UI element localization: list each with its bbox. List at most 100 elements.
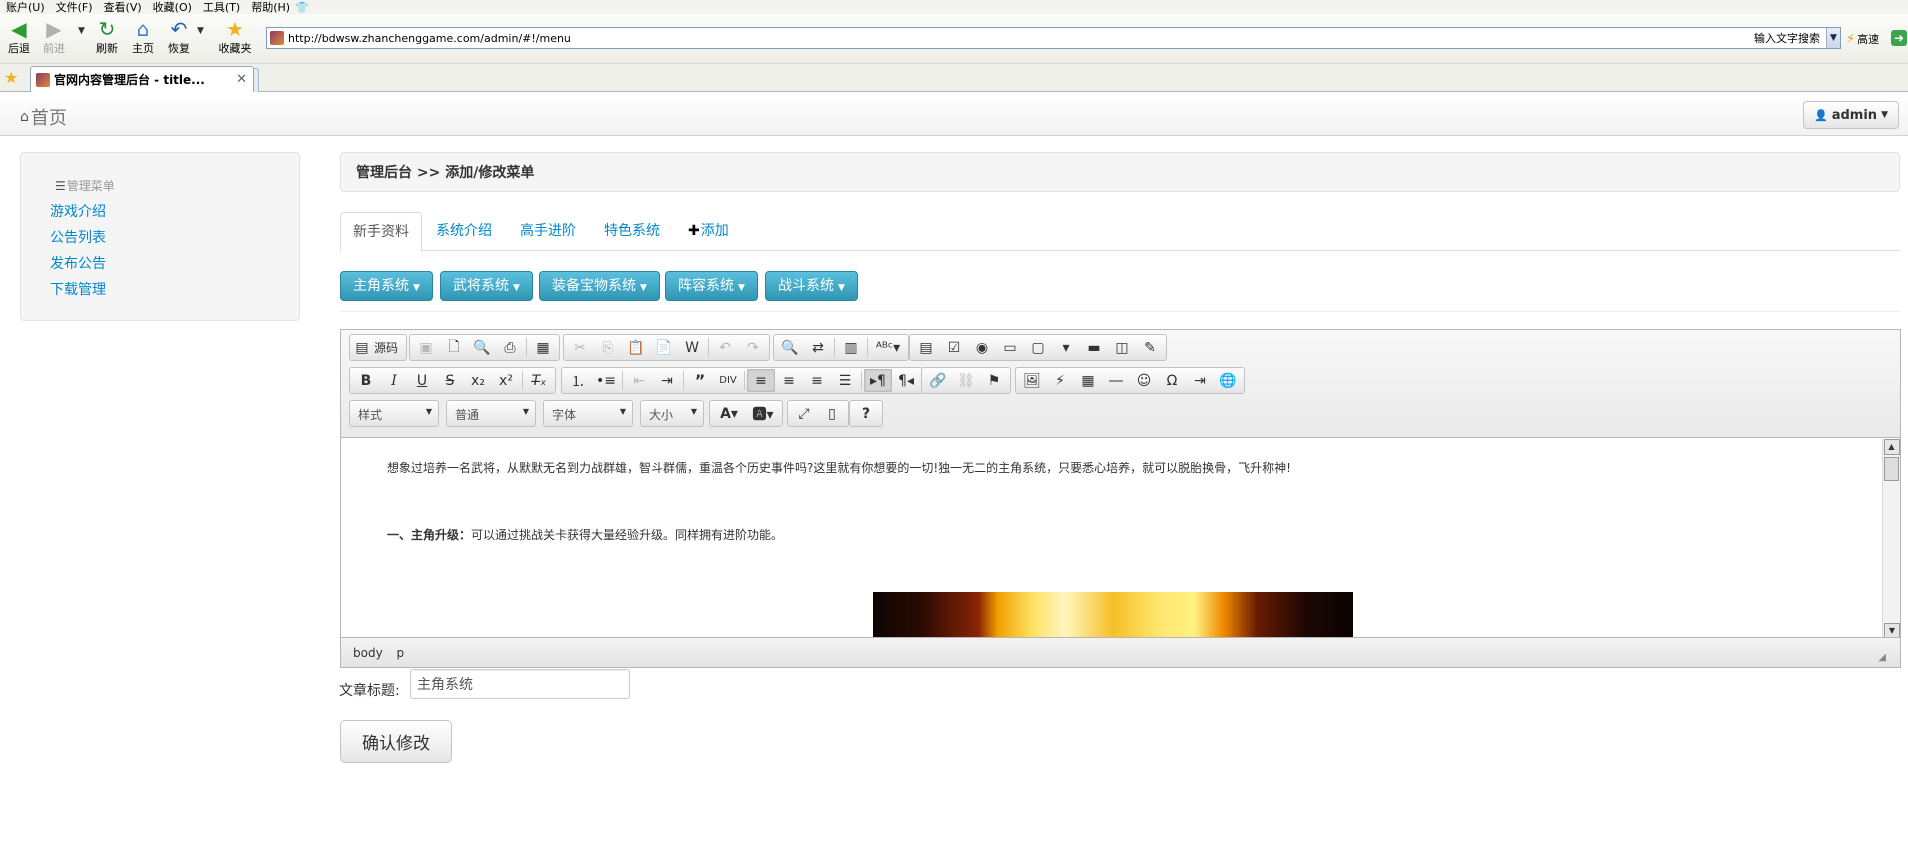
category-equipment-button[interactable]: 装备宝物系统 ▼ xyxy=(539,271,660,301)
tab-system-intro[interactable]: 系统介绍 xyxy=(424,212,504,251)
align-justify-icon[interactable]: ☰ xyxy=(831,369,859,392)
anchor-flag-icon[interactable]: ⚑ xyxy=(980,369,1008,392)
sidebar-item-game-intro[interactable]: 游戏介绍 xyxy=(50,201,106,221)
sidebar-item-announcement-list[interactable]: 公告列表 xyxy=(50,227,106,247)
templates-icon[interactable]: ▦ xyxy=(529,336,557,359)
category-formation-button[interactable]: 阵容系统 ▼ xyxy=(665,271,758,301)
underline-icon[interactable]: U xyxy=(408,369,436,392)
help-icon[interactable]: ? xyxy=(852,402,880,425)
select-icon[interactable]: ▾ xyxy=(1052,336,1080,359)
align-right-icon[interactable]: ≡ xyxy=(803,369,831,392)
horizontal-rule-icon[interactable]: ― xyxy=(1102,369,1130,392)
bulleted-list-icon[interactable]: •≡ xyxy=(592,369,620,392)
tab-add[interactable]: ✚添加 xyxy=(676,212,741,251)
link-icon[interactable]: 🔗 xyxy=(924,369,952,392)
cut-icon[interactable]: ✂ xyxy=(566,336,594,359)
category-battle-button[interactable]: 战斗系统 ▼ xyxy=(765,271,858,301)
save-icon[interactable]: ▣ xyxy=(412,336,440,359)
search-engine-label[interactable]: 输入文字搜索 xyxy=(1754,30,1820,46)
radio-icon[interactable]: ◉ xyxy=(968,336,996,359)
outdent-icon[interactable]: ⇤ xyxy=(625,369,653,392)
textarea-icon[interactable]: ▢ xyxy=(1024,336,1052,359)
align-left-icon[interactable]: ≡ xyxy=(747,369,775,392)
text-color-icon[interactable]: A▾ xyxy=(712,402,746,425)
blockquote-icon[interactable]: ” xyxy=(686,369,714,392)
paste-word-icon[interactable]: W xyxy=(678,336,706,359)
address-bar[interactable]: http://bdwsw.zhanchenggame.com/admin/#!/… xyxy=(266,27,1841,49)
ltr-icon[interactable]: ▸¶ xyxy=(864,369,892,392)
size-combo[interactable]: 大小 ▼ xyxy=(640,400,704,427)
unlink-icon[interactable]: ⛓ xyxy=(952,369,980,392)
flash-icon[interactable]: ⚡ xyxy=(1046,369,1074,392)
strike-icon[interactable]: S xyxy=(436,369,464,392)
user-menu-button[interactable]: 👤 admin ▼ xyxy=(1803,101,1899,129)
source-icon[interactable]: ▤ xyxy=(352,336,372,359)
bg-color-icon[interactable]: 🅰▾ xyxy=(746,402,780,425)
preview-icon[interactable]: 🔍 xyxy=(468,336,496,359)
print-icon[interactable]: ⎙ xyxy=(496,336,524,359)
image-icon[interactable]: 🖼 xyxy=(1018,369,1046,392)
font-combo[interactable]: 字体 ▼ xyxy=(543,400,633,427)
tab-special-systems[interactable]: 特色系统 xyxy=(592,212,672,251)
back-button[interactable]: ◀ 后退 xyxy=(2,17,36,55)
menu-tools[interactable]: 工具(T) xyxy=(197,1,245,14)
resize-grip-icon[interactable]: ◢ xyxy=(1878,652,1886,663)
bold-icon[interactable]: B xyxy=(352,369,380,392)
sidebar-item-download-manage[interactable]: 下载管理 xyxy=(50,279,106,299)
form-icon[interactable]: ▤ xyxy=(912,336,940,359)
title-input[interactable] xyxy=(410,669,630,699)
spellcheck-icon[interactable]: ᴬᴮᶜ▾ xyxy=(870,336,906,359)
numbered-list-icon[interactable]: ⒈ xyxy=(564,369,592,392)
menu-favorites[interactable]: 收藏(O) xyxy=(147,1,197,14)
hidden-field-icon[interactable]: ✎ xyxy=(1136,336,1164,359)
refresh-button[interactable]: ↻ 刷新 xyxy=(90,17,124,55)
browser-tab[interactable]: 官网内容管理后台 - title... ✕ xyxy=(30,66,254,92)
div-container-icon[interactable]: DIV xyxy=(714,369,742,392)
favorites-star-icon[interactable]: ★ xyxy=(4,68,18,87)
menu-help[interactable]: 帮助(H) xyxy=(245,1,295,14)
align-center-icon[interactable]: ≡ xyxy=(775,369,803,392)
checkbox-icon[interactable]: ☑ xyxy=(940,336,968,359)
confirm-button[interactable]: 确认修改 xyxy=(340,720,452,763)
menu-account[interactable]: 账户(U) xyxy=(0,1,50,14)
show-blocks-icon[interactable]: ▯ xyxy=(818,402,846,425)
content-image[interactable] xyxy=(873,592,1353,639)
copy-icon[interactable]: ⎘ xyxy=(594,336,622,359)
paste-text-icon[interactable]: 📄 xyxy=(650,336,678,359)
select-all-icon[interactable]: ▥ xyxy=(837,336,865,359)
brand-home-link[interactable]: ⌂ 首页 xyxy=(20,104,67,130)
menu-file[interactable]: 文件(F) xyxy=(50,1,98,14)
path-body[interactable]: body xyxy=(353,646,383,660)
italic-icon[interactable]: I xyxy=(380,369,408,392)
restore-dropdown-icon[interactable]: ▼ xyxy=(197,26,204,36)
new-page-icon[interactable]: 🗋 xyxy=(440,336,468,359)
menu-view[interactable]: 查看(V) xyxy=(98,1,147,14)
tab-newbie-info[interactable]: 新手资料 xyxy=(340,212,422,252)
special-char-icon[interactable]: Ω xyxy=(1158,369,1186,392)
sidebar-item-publish-announcement[interactable]: 发布公告 xyxy=(50,253,106,273)
find-icon[interactable]: 🔍 xyxy=(776,336,804,359)
remove-format-icon[interactable]: T̶ₓ xyxy=(525,369,553,392)
image-button-icon[interactable]: ◫ xyxy=(1108,336,1136,359)
iframe-globe-icon[interactable]: 🌐 xyxy=(1214,369,1242,392)
smiley-icon[interactable]: ☺ xyxy=(1130,369,1158,392)
path-p[interactable]: p xyxy=(397,646,405,660)
redo-icon[interactable]: ↷ xyxy=(739,336,767,359)
format-combo[interactable]: 普通 ▼ xyxy=(446,400,536,427)
scroll-up-icon[interactable]: ▲ xyxy=(1883,439,1900,455)
style-combo[interactable]: 样式 ▼ xyxy=(349,400,439,427)
maximize-icon[interactable]: ⤢ xyxy=(790,402,818,425)
undo-icon[interactable]: ↶ xyxy=(711,336,739,359)
category-protagonist-button[interactable]: 主角系统 ▼ xyxy=(340,271,433,301)
scroll-thumb[interactable] xyxy=(1884,457,1899,481)
table-icon[interactable]: ▦ xyxy=(1074,369,1102,392)
category-generals-button[interactable]: 武将系统 ▼ xyxy=(440,271,533,301)
go-arrow-icon[interactable]: ➜ xyxy=(1891,30,1907,46)
editor-scrollbar[interactable]: ▲ ▼ xyxy=(1882,439,1900,639)
textfield-icon[interactable]: ▭ xyxy=(996,336,1024,359)
source-button[interactable]: 源码 xyxy=(372,339,404,356)
forward-button[interactable]: ▶ 前进 xyxy=(37,17,71,55)
speed-mode-button[interactable]: ⚡ 高速 xyxy=(1846,31,1879,47)
rtl-icon[interactable]: ¶◂ xyxy=(892,369,920,392)
history-dropdown-icon[interactable]: ▼ xyxy=(78,26,85,36)
